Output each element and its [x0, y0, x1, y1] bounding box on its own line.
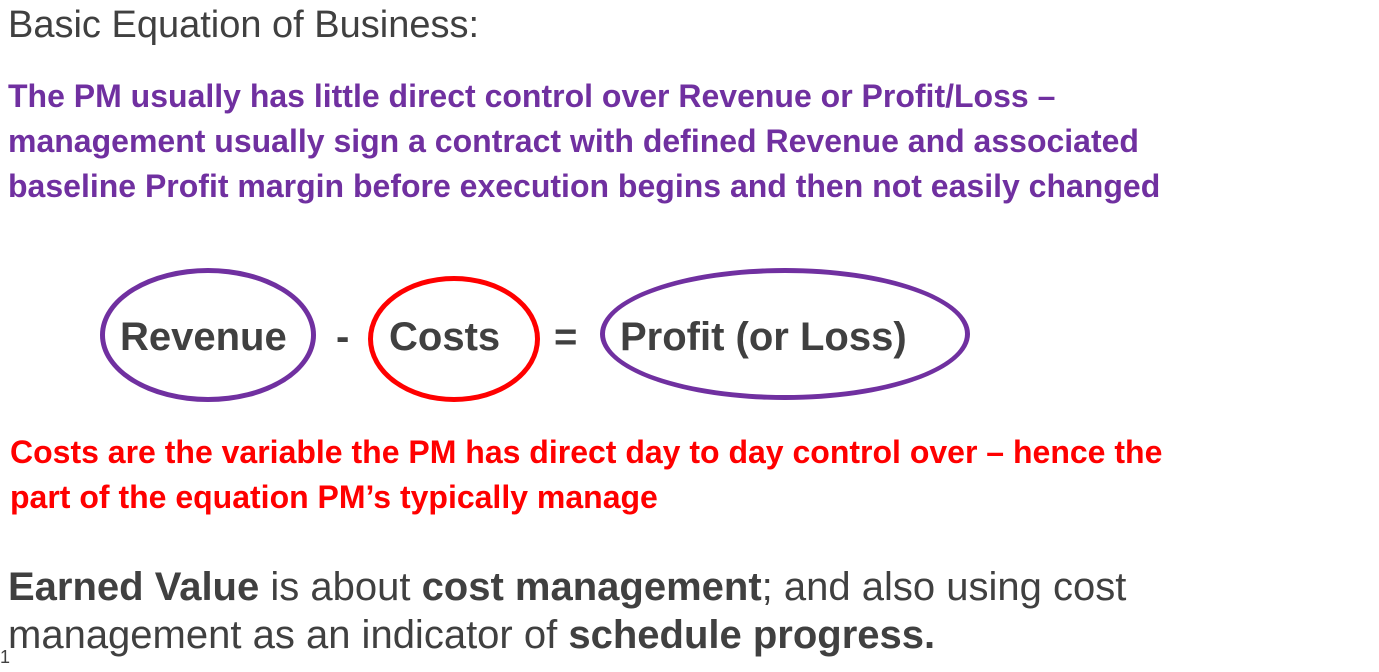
pm-control-note-line-1: The PM usually has little direct control… — [8, 78, 1056, 114]
earned-value-statement: Earned Value is about cost management; a… — [8, 563, 1373, 659]
earned-value-line-1: Earned Value is about cost management; a… — [8, 563, 1373, 611]
pm-control-note: The PM usually has little direct control… — [8, 74, 1373, 209]
slide-heading: Basic Equation of Business: — [8, 4, 480, 46]
slide-number: 1 — [0, 647, 11, 667]
earned-value-text-2: ; and also using cost — [761, 565, 1127, 609]
earned-value-text-1: is about — [259, 565, 422, 609]
equation-revenue: Revenue — [120, 315, 287, 359]
equation-profit: Profit (or Loss) — [620, 315, 907, 359]
earned-value-text-3: management as an indicator of — [8, 613, 569, 657]
pm-control-note-line-2: management usually sign a contract with … — [8, 123, 1139, 159]
earned-value-line-2: management as an indicator of schedule p… — [8, 611, 1373, 659]
cost-management-term: cost management — [421, 565, 762, 609]
business-equation: Revenue - Costs = Profit (or Loss) — [0, 266, 1379, 406]
costs-control-note: Costs are the variable the PM has direct… — [10, 430, 1375, 520]
costs-control-note-line-1: Costs are the variable the PM has direct… — [10, 434, 1163, 470]
equation-costs: Costs — [389, 315, 501, 359]
schedule-progress-term: schedule progress. — [568, 613, 936, 657]
equation-equals-sign: = — [554, 315, 578, 359]
equation-minus-sign: - — [336, 315, 350, 359]
earned-value-term: Earned Value — [8, 565, 260, 609]
costs-control-note-line-2: part of the equation PM’s typically mana… — [10, 479, 658, 515]
pm-control-note-line-3: baseline Profit margin before execution … — [8, 168, 1161, 204]
